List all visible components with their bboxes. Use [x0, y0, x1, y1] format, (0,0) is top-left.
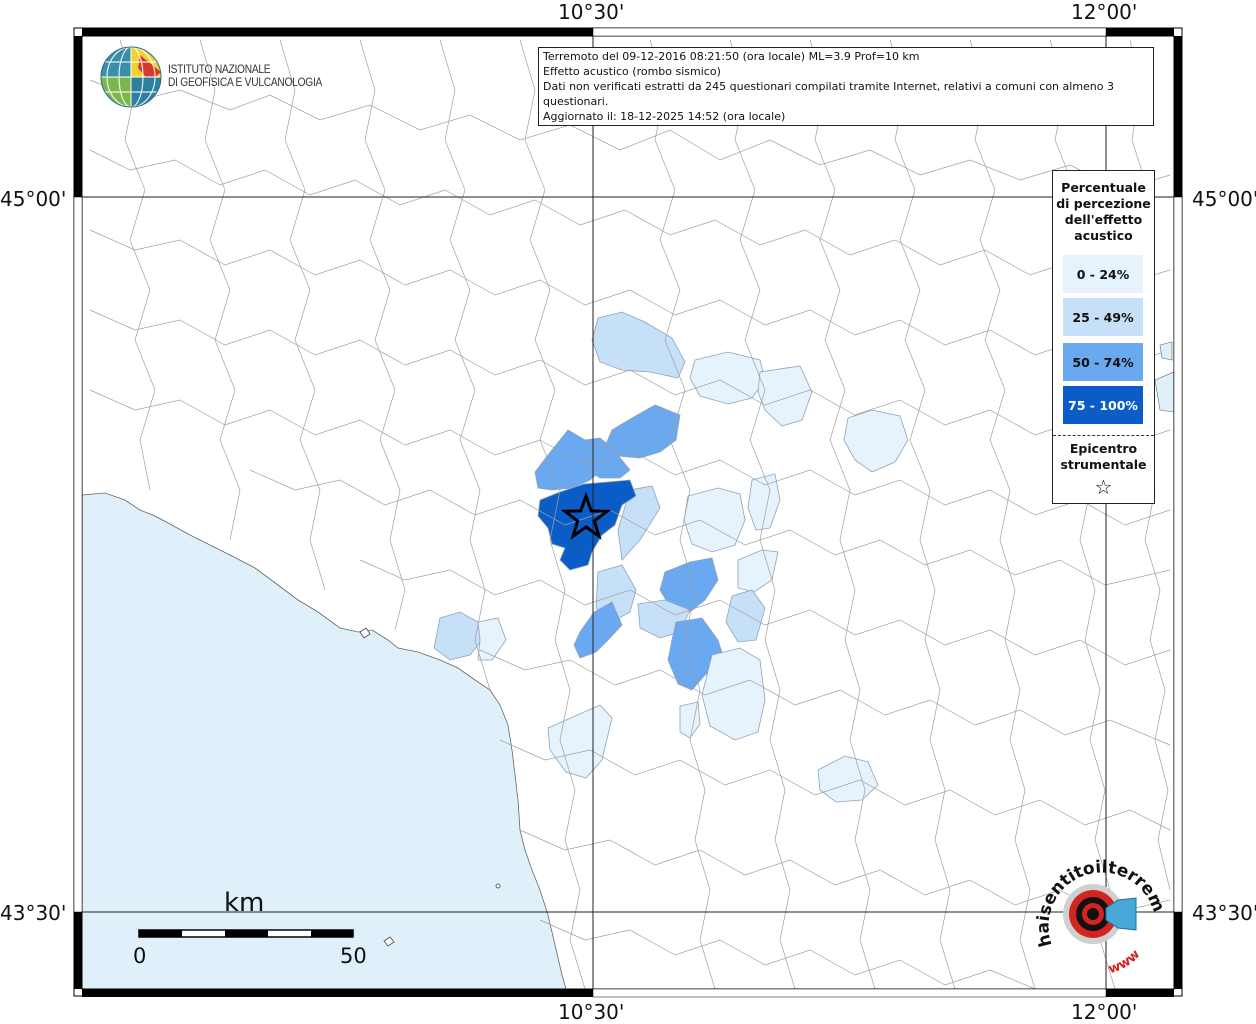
municipality-far-east-1[interactable]	[689, 351, 766, 405]
event-info-line-1: Terremoto del 09-12-2016 08:21:50 (ora l…	[543, 50, 920, 63]
event-info-box: Terremoto del 09-12-2016 08:21:50 (ora l…	[538, 47, 1154, 126]
legend-item-label: 75 - 100%	[1068, 397, 1138, 413]
legend-star-icon: ☆	[1094, 475, 1113, 499]
legend-item-label: 0 - 24%	[1076, 266, 1130, 282]
municipality-south-east-3[interactable]	[701, 647, 766, 741]
legend-item-0-24: 0 - 24%	[1063, 255, 1143, 293]
event-info-line-3: Dati non verificati estratti da 245 ques…	[543, 80, 1115, 108]
legend-title: Percentuale di percezione dell'effetto a…	[1053, 180, 1154, 244]
scale-start: 0	[133, 944, 147, 968]
svg-text:haisentitoilterremoto.it: haisentitoilterremoto.it	[1030, 845, 1168, 949]
lake-area	[1159, 341, 1173, 361]
badge-text-bottom: www	[1107, 947, 1144, 977]
legend-epicenter-line-1: Epicentro	[1069, 441, 1138, 456]
legend-separator	[1053, 435, 1154, 436]
island-1	[495, 883, 501, 889]
legend-item-75-100: 75 - 100%	[1063, 386, 1143, 424]
ingv-logo-icon	[100, 46, 162, 108]
legend-title-line-4: acustico	[1074, 228, 1133, 243]
badge-text-top: haisentitoilterremoto.it	[1024, 830, 1168, 949]
legend-epicenter-label: Epicentro strumentale	[1053, 441, 1154, 473]
scale-bar	[138, 929, 354, 938]
legend-item-25-49: 25 - 49%	[1063, 298, 1143, 336]
scale-end: 50	[340, 944, 367, 968]
legend-item-label: 50 - 74%	[1072, 354, 1134, 370]
legend-epicenter-line-2: strumentale	[1060, 457, 1147, 472]
logo-line-2: DI GEOFISICA E VULCANOLOGIA	[168, 75, 323, 89]
legend: Percentuale di percezione dell'effetto a…	[1052, 170, 1155, 504]
svg-text:www: www	[1107, 947, 1144, 977]
legend-item-50-74: 50 - 74%	[1063, 343, 1143, 381]
legend-title-line-2: di percezione	[1056, 196, 1151, 211]
scale-unit: km	[224, 888, 265, 918]
haisentito-badge-text: haisentitoilterremoto.it www	[1024, 830, 1170, 985]
event-info-line-2: Effetto acustico (rombo sismico)	[543, 65, 721, 78]
legend-item-label: 25 - 49%	[1072, 309, 1134, 325]
legend-title-line-3: dell'effetto	[1064, 212, 1143, 227]
ingv-logo-text: ISTITUTO NAZIONALE DI GEOFISICA E VULCAN…	[168, 63, 322, 89]
legend-title-line-1: Percentuale	[1061, 180, 1146, 195]
municipality-center-east-2[interactable]	[683, 487, 746, 553]
event-info-line-4: Aggiornato il: 18-12-2025 14:52 (ora loc…	[543, 110, 786, 123]
